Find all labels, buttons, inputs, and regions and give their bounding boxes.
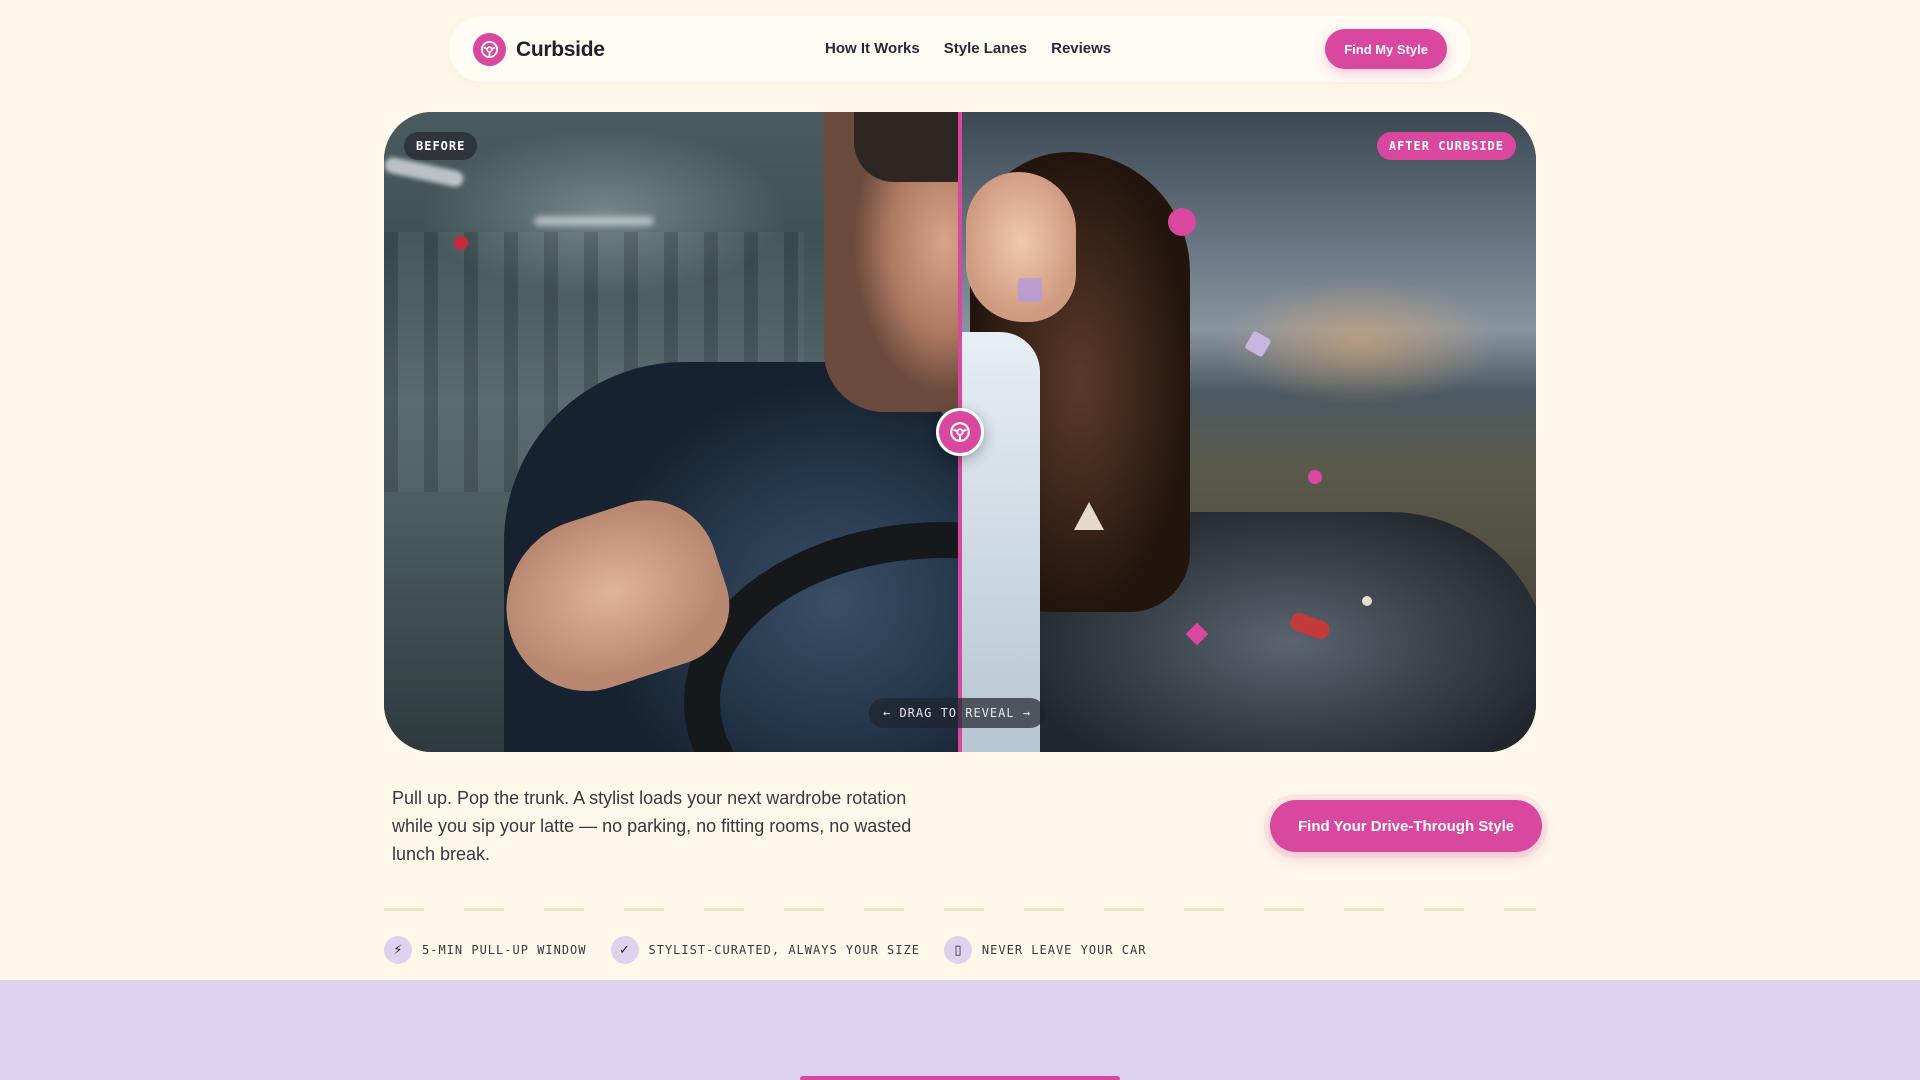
ceiling-light bbox=[534, 216, 654, 226]
after-image bbox=[960, 112, 1536, 752]
after-tag: AFTER CURBSIDE bbox=[1376, 132, 1516, 160]
brand[interactable]: Curbside bbox=[473, 33, 605, 66]
find-my-style-button[interactable]: Find My Style bbox=[1325, 29, 1447, 69]
check-icon: ✓ bbox=[610, 936, 639, 964]
top-nav: Curbside How It Works Style Lanes Review… bbox=[449, 16, 1471, 82]
brand-name: Curbside bbox=[516, 37, 605, 61]
confetti-triangle bbox=[1074, 502, 1104, 530]
dashed-divider bbox=[384, 908, 1536, 911]
before-tag: BEFORE bbox=[404, 132, 478, 160]
steering-wheel-icon bbox=[950, 422, 970, 442]
steering-wheel-icon bbox=[473, 33, 506, 66]
feature-list: ⚡ 5-MIN PULL-UP WINDOW ✓ STYLIST-CURATED… bbox=[384, 936, 1146, 964]
feature-item: ✓ STYLIST-CURATED, ALWAYS YOUR SIZE bbox=[610, 936, 920, 964]
confetti-circle bbox=[1362, 596, 1372, 606]
nav-link-style-lanes[interactable]: Style Lanes bbox=[944, 40, 1027, 57]
feature-label: 5-MIN PULL-UP WINDOW bbox=[422, 943, 587, 957]
hero-tagline: Pull up. Pop the trunk. A stylist loads … bbox=[392, 788, 912, 864]
before-after-slider[interactable]: BEFORE AFTER CURBSIDE ← DRAG TO REVEAL → bbox=[384, 112, 1536, 752]
feature-label: STYLIST-CURATED, ALWAYS YOUR SIZE bbox=[648, 943, 920, 957]
nav-link-reviews[interactable]: Reviews bbox=[1051, 40, 1111, 57]
section-accent-bar bbox=[800, 1076, 1120, 1080]
feature-label: NEVER LEAVE YOUR CAR bbox=[981, 943, 1147, 957]
next-section bbox=[0, 980, 1920, 1080]
confetti-circle bbox=[1168, 208, 1196, 236]
exit-light bbox=[454, 236, 468, 250]
lightning-icon: ⚡ bbox=[384, 936, 412, 964]
nav-link-how-it-works[interactable]: How It Works bbox=[825, 40, 920, 57]
nav-links: How It Works Style Lanes Reviews bbox=[825, 40, 1111, 57]
confetti-square bbox=[1018, 278, 1042, 302]
drag-hint: ← DRAG TO REVEAL → bbox=[869, 698, 1046, 728]
driver-hair bbox=[854, 112, 960, 182]
before-image bbox=[384, 112, 960, 752]
ceiling-light bbox=[384, 155, 465, 189]
feature-item: ⚡ 5-MIN PULL-UP WINDOW bbox=[384, 936, 587, 964]
confetti-circle bbox=[1308, 470, 1322, 484]
woman-shirt bbox=[960, 332, 1040, 752]
find-drive-through-style-button[interactable]: Find Your Drive-Through Style bbox=[1270, 800, 1543, 852]
feature-item: ▯ NEVER LEAVE YOUR CAR bbox=[943, 936, 1147, 964]
slider-handle[interactable] bbox=[936, 408, 984, 456]
car-icon: ▯ bbox=[943, 936, 972, 964]
